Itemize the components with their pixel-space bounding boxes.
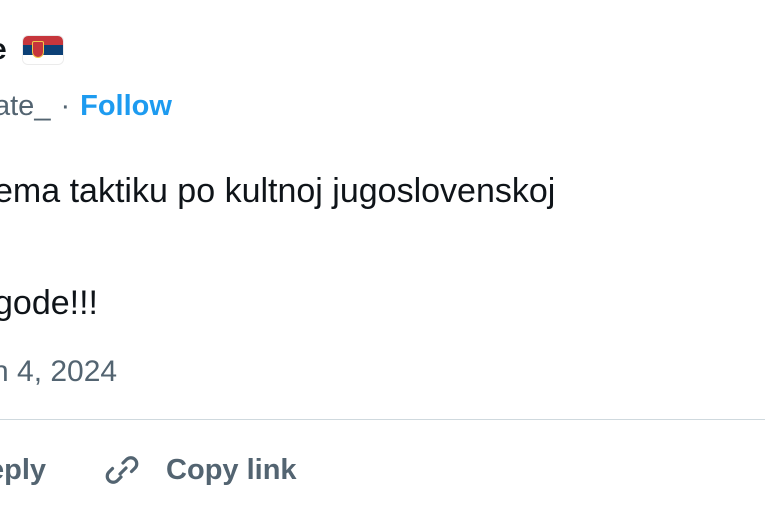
reply-button[interactable]: eply	[0, 454, 46, 487]
tweet-text-line-1: ema taktiku po kultnoj jugoslovenskoj	[0, 172, 556, 210]
copy-link-label: Copy link	[166, 453, 297, 486]
divider	[0, 419, 765, 420]
author-handle[interactable]: ate_	[0, 90, 50, 123]
action-bar: eply Copy link	[0, 446, 297, 494]
tweet-date[interactable]: n 4, 2024	[0, 355, 117, 389]
separator-dot: ·	[60, 89, 71, 122]
tweet-card: e ate_ · Follow ema taktiku po kultnoj j…	[0, 0, 765, 510]
follow-button[interactable]: Follow	[80, 90, 172, 123]
copy-link-button[interactable]: Copy link	[102, 450, 297, 490]
tweet-text-line-2: gode!!!	[0, 284, 98, 322]
handle-row: ate_ · Follow	[0, 86, 172, 126]
author-row: e	[0, 30, 63, 70]
link-icon	[105, 456, 139, 484]
author-name[interactable]: e	[0, 33, 7, 67]
serbia-flag-icon	[22, 36, 63, 64]
